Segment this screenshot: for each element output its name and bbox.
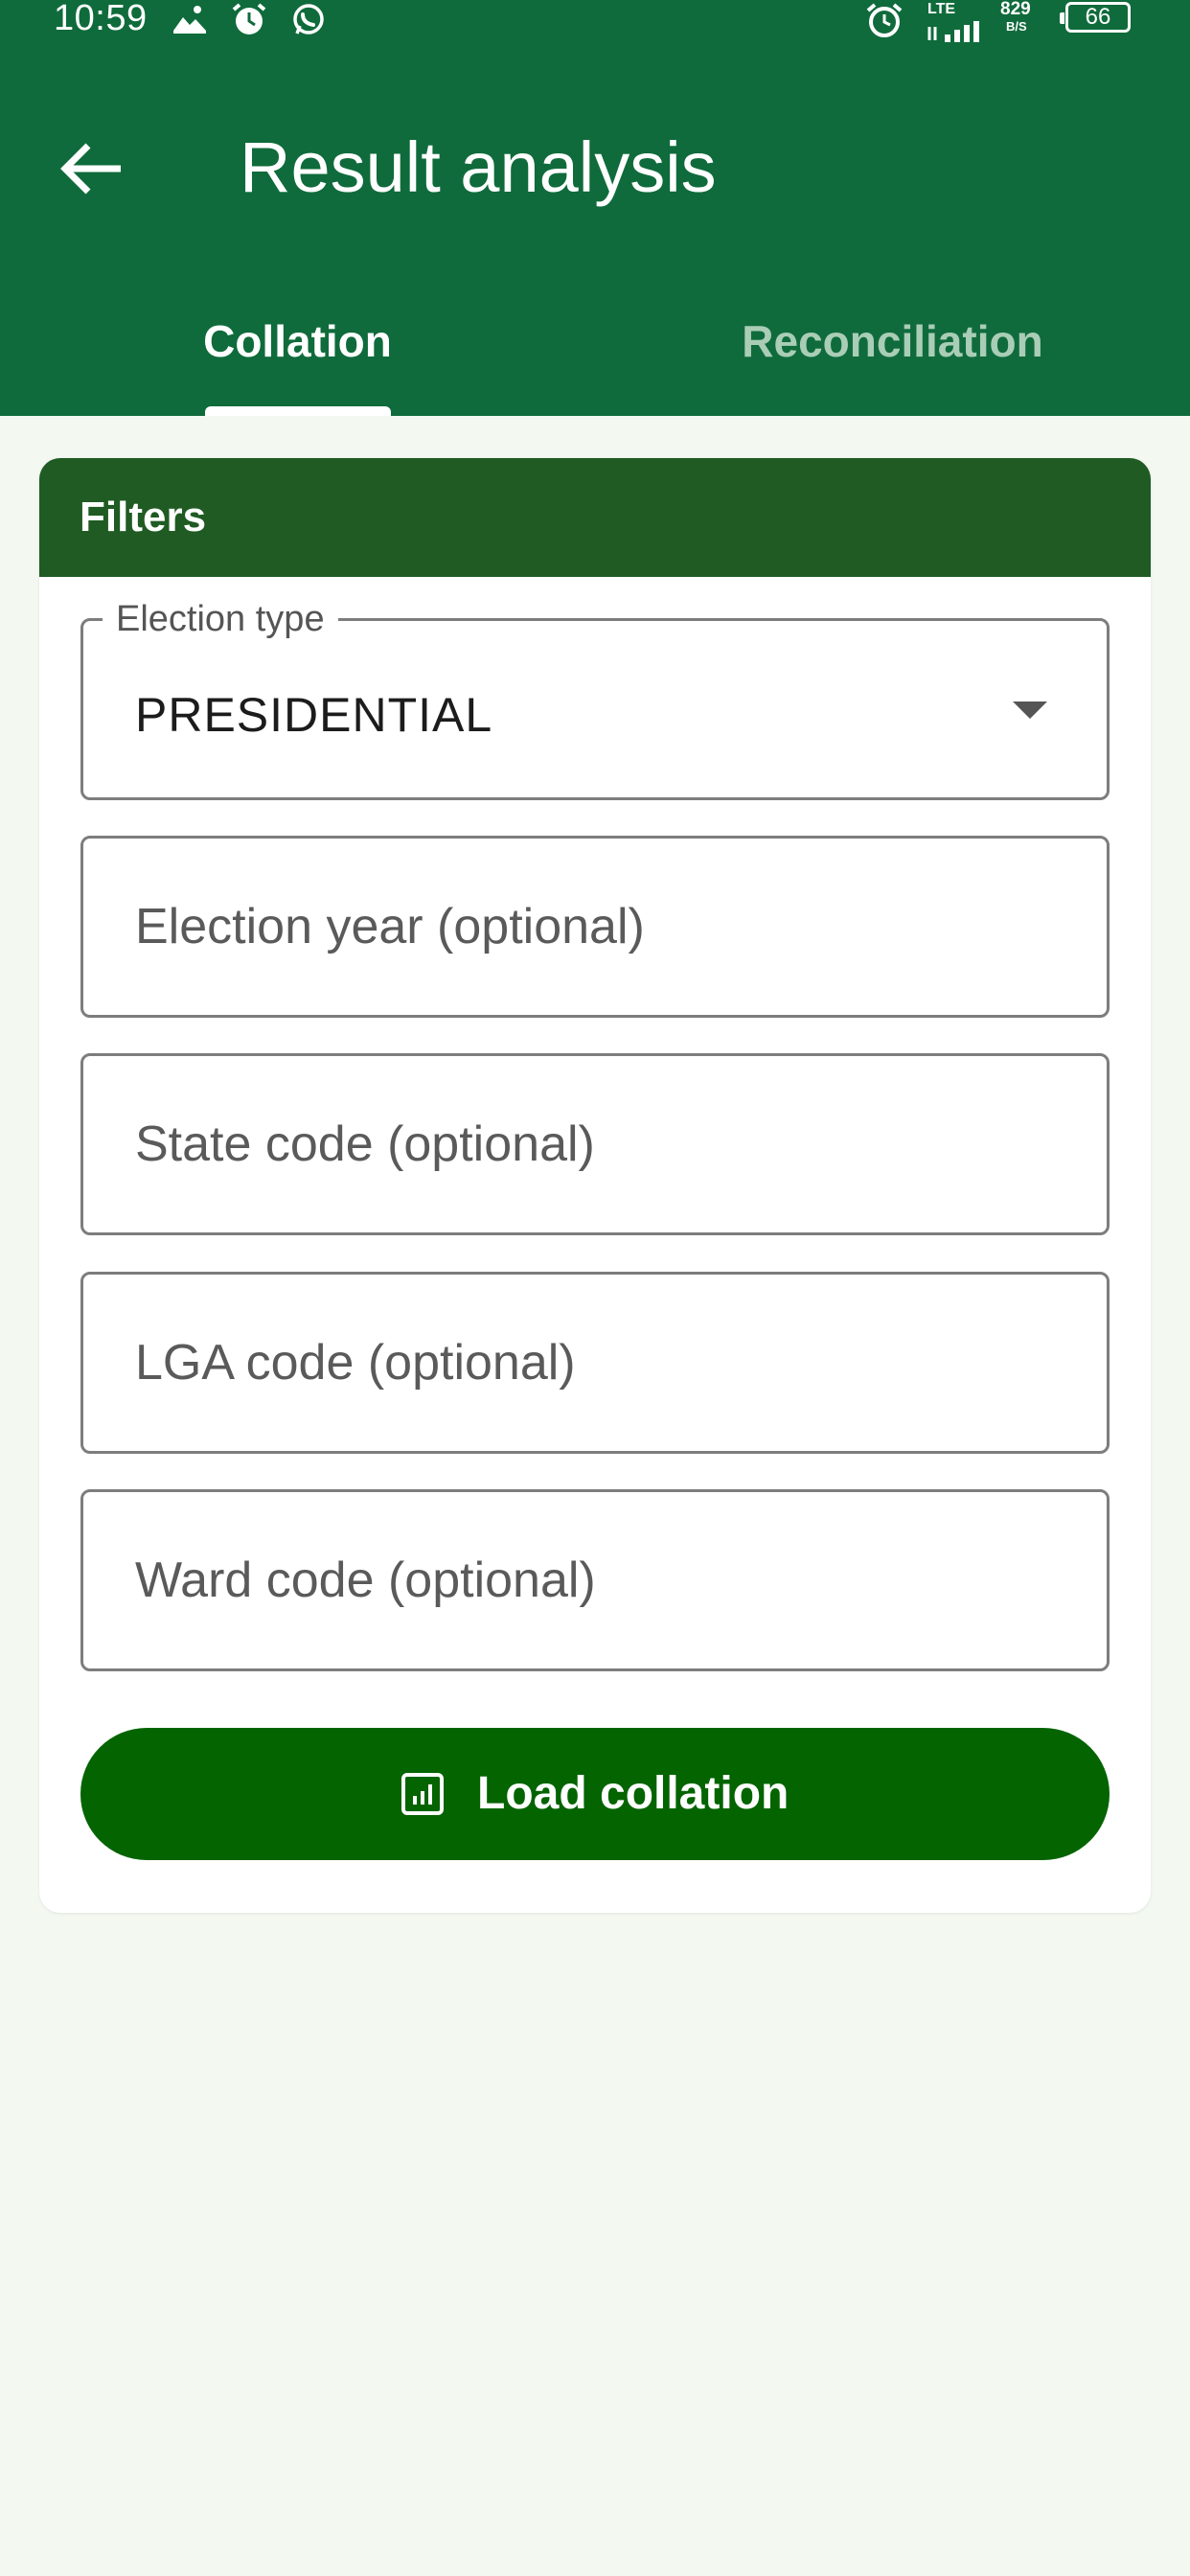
lte-signal-icon (926, 15, 987, 48)
lga-code-input[interactable] (83, 1275, 1107, 1451)
filters-header: Filters (39, 458, 1151, 577)
election-year-input[interactable] (83, 839, 1107, 1015)
page-title: Result analysis (240, 127, 717, 207)
filters-card: Filters Election type PRESIDENTIAL Load … (39, 458, 1151, 1913)
network-speed-unit: B/S (1006, 19, 1027, 34)
dropdown-arrow-icon (1013, 702, 1047, 719)
election-type-select[interactable]: Election type PRESIDENTIAL (80, 600, 1110, 800)
arrow-left-icon (60, 143, 121, 195)
active-tab-indicator (205, 406, 391, 416)
status-time: 10:59 (54, 0, 148, 38)
ward-code-input[interactable] (83, 1492, 1107, 1668)
election-type-label: Election type (103, 600, 338, 638)
battery-icon: 66 (1060, 2, 1131, 33)
election-type-value: PRESIDENTIAL (135, 688, 493, 742)
chart-box-icon (401, 1773, 444, 1815)
back-button[interactable] (54, 130, 130, 207)
state-code-field[interactable] (80, 1053, 1110, 1235)
election-year-field[interactable] (80, 836, 1110, 1018)
lga-code-field[interactable] (80, 1272, 1110, 1454)
whatsapp-icon (289, 2, 328, 42)
load-collation-button[interactable]: Load collation (80, 1728, 1110, 1860)
alarm-clock-icon (864, 2, 904, 44)
filters-title: Filters (80, 494, 207, 540)
app-bar: 10:59 LTE 829 B/S 66 Result analysis Col… (0, 0, 1190, 416)
ward-code-field[interactable] (80, 1489, 1110, 1671)
alarm-icon (230, 2, 268, 42)
load-collation-label: Load collation (477, 1768, 790, 1819)
network-speed-value: 829 (1000, 0, 1031, 19)
tab-collation[interactable]: Collation (0, 301, 595, 381)
tab-reconciliation[interactable]: Reconciliation (595, 301, 1190, 381)
state-code-input[interactable] (83, 1056, 1107, 1232)
gallery-icon (171, 2, 209, 40)
status-bar: 10:59 LTE 829 B/S 66 (0, 0, 1190, 48)
